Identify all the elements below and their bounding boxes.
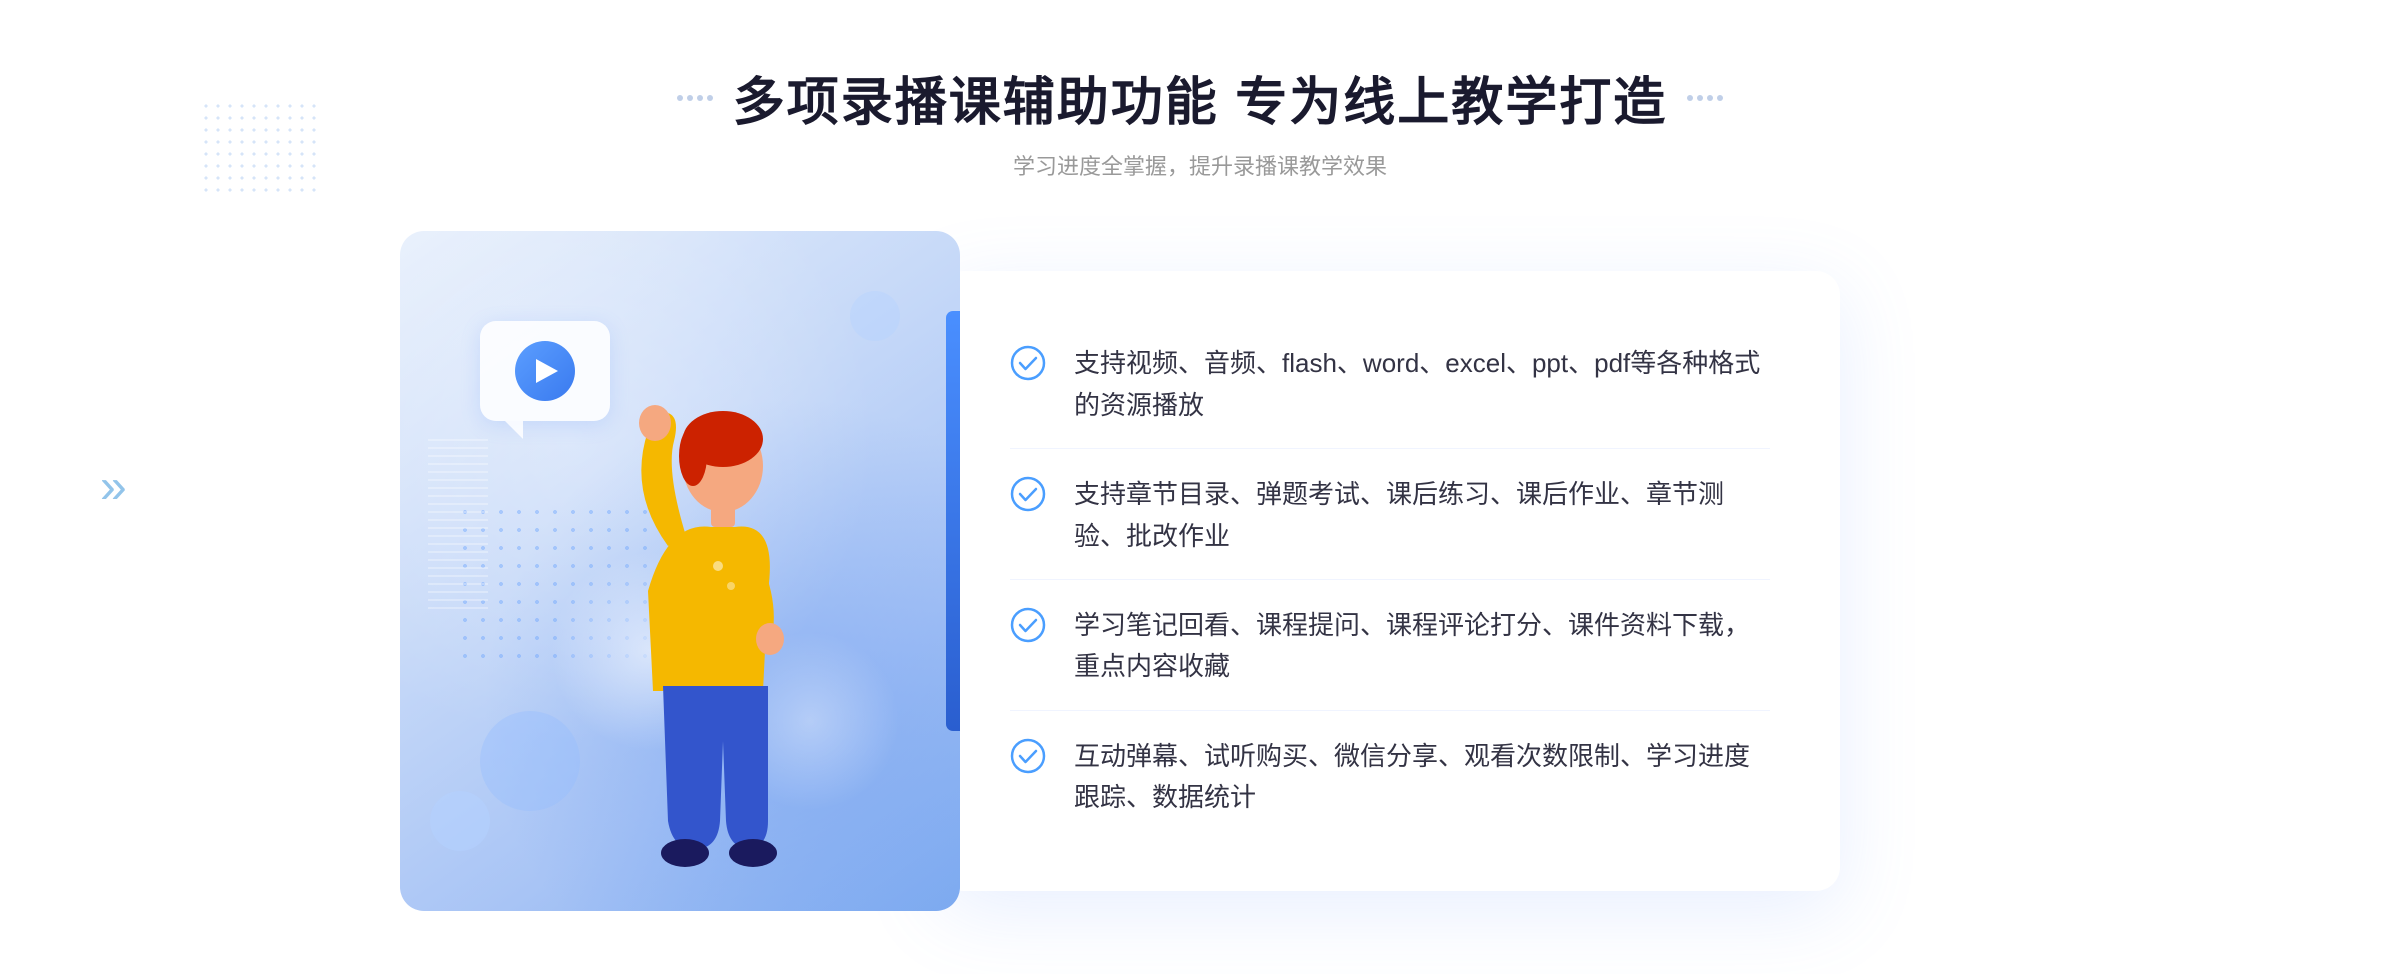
feature-text-2: 支持章节目录、弹题考试、课后练习、课后作业、章节测验、批改作业 [1074, 474, 1770, 557]
header-decorators: 多项录播课辅助功能 专为线上教学打造 [677, 60, 1723, 135]
person-figure [568, 391, 848, 911]
card-stripes [428, 435, 488, 615]
page-wrapper: » 多项录播课辅助功能 专为线上教学打造 学习进度全掌握，提升录播课教学效果 [0, 0, 2400, 974]
check-icon-1 [1010, 345, 1046, 381]
feature-item-3: 学习笔记回看、课程提问、课程评论打分、课件资料下载，重点内容收藏 [1010, 583, 1770, 711]
header-dot [677, 95, 683, 101]
header-dot [697, 95, 703, 101]
check-icon-2 [1010, 476, 1046, 512]
check-icon-4 [1010, 738, 1046, 774]
play-bubble-tail [505, 421, 523, 439]
circle-decoration-2 [430, 791, 490, 851]
header-dots-right [1687, 95, 1723, 101]
chevron-left-decoration: » [100, 460, 117, 515]
subtitle: 学习进度全掌握，提升录播课教学效果 [677, 149, 1723, 181]
feature-item-4: 互动弹幕、试听购买、微信分享、观看次数限制、学习进度跟踪、数据统计 [1010, 714, 1770, 841]
feature-item-1: 支持视频、音频、flash、word、excel、ppt、pdf等各种格式的资源… [1010, 321, 1770, 449]
header-section: 多项录播课辅助功能 专为线上教学打造 学习进度全掌握，提升录播课教学效果 [677, 60, 1723, 181]
header-dot [1687, 95, 1693, 101]
dot-grid-topleft [200, 100, 320, 200]
header-dots-left [677, 95, 713, 101]
content-area: 支持视频、音频、flash、word、excel、ppt、pdf等各种格式的资源… [400, 231, 2000, 911]
circle-decoration-1 [480, 711, 580, 811]
header-dot [707, 95, 713, 101]
header-dot [1697, 95, 1703, 101]
features-card: 支持视频、音频、flash、word、excel、ppt、pdf等各种格式的资源… [940, 271, 1840, 891]
feature-text-3: 学习笔记回看、课程提问、课程评论打分、课件资料下载，重点内容收藏 [1074, 605, 1770, 688]
accent-bar [946, 311, 960, 731]
feature-text-1: 支持视频、音频、flash、word、excel、ppt、pdf等各种格式的资源… [1074, 343, 1770, 426]
play-icon-circle [515, 341, 575, 401]
illustration-card [400, 231, 960, 911]
main-title: 多项录播课辅助功能 专为线上教学打造 [733, 60, 1667, 135]
feature-text-4: 互动弹幕、试听购买、微信分享、观看次数限制、学习进度跟踪、数据统计 [1074, 736, 1770, 819]
check-icon-3 [1010, 607, 1046, 643]
circle-decoration-top [850, 291, 900, 341]
play-triangle-icon [536, 359, 558, 383]
feature-item-2: 支持章节目录、弹题考试、课后练习、课后作业、章节测验、批改作业 [1010, 452, 1770, 580]
header-dot [1707, 95, 1713, 101]
header-dot [1717, 95, 1723, 101]
header-dot [687, 95, 693, 101]
